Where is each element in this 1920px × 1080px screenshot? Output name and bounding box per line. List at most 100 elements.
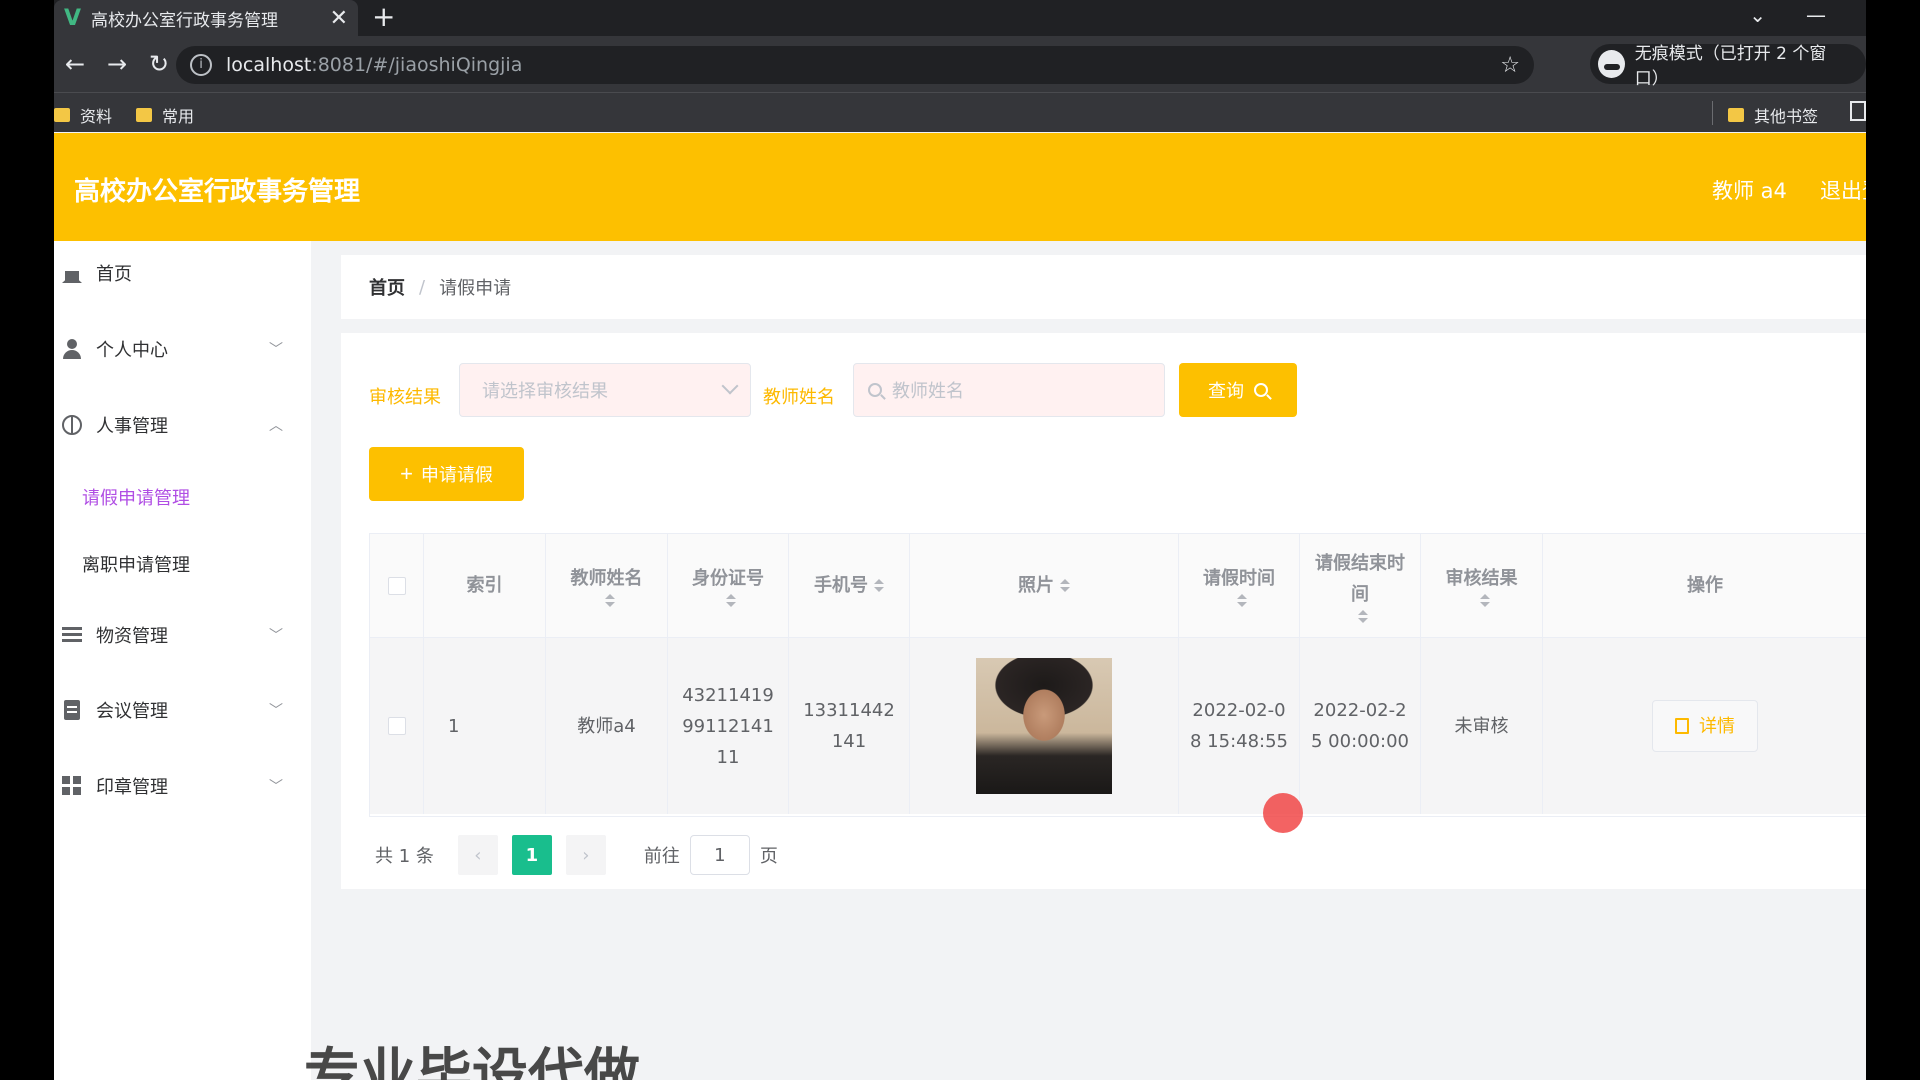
star-icon[interactable]: ☆ [1500,53,1520,78]
detail-button-label: 详情 [1699,715,1735,737]
teacher-name-input[interactable]: 教师姓名 [853,363,1165,417]
user-icon [62,339,82,359]
status-filter-label: 审核结果 [369,387,441,408]
prev-page-button[interactable]: ‹ [457,835,498,875]
content-panel: 审核结果 请选择审核结果 教师姓名 教师姓名 查询 + 申请请假 索引 教师姓名… [341,333,1866,889]
sort-icon[interactable] [1237,594,1247,608]
header-phone[interactable]: 手机号 [789,534,910,637]
sidebar-item-seals[interactable]: 印章管理 ﹀ [54,766,311,806]
header-label: 请假时间 [1203,568,1275,589]
incognito-label: 无痕模式（已打开 2 个窗口） [1634,44,1827,89]
header-label: 手机号 [814,575,868,596]
home-icon [62,263,82,283]
header-leave-time[interactable]: 请假时间 [1179,534,1300,637]
row-select [370,638,424,814]
detail-button[interactable]: 详情 [1652,700,1758,752]
sidebar-item-personal-center[interactable]: 个人中心 ﹀ [54,329,311,369]
reading-list-icon[interactable] [1850,101,1866,121]
pagination: 共 1 条 ‹ 1 › 前往 1 页 [369,835,778,875]
leave-table: 索引 教师姓名 身份证号 手机号 照片 请假时间 请假结束时间 审核结果 操作 … [369,533,1866,817]
logout-link[interactable]: 退出登录 [1820,175,1866,205]
cell-index: 1 [424,638,546,814]
header-label: 请假结束时间 [1315,552,1405,605]
row-checkbox[interactable] [387,717,406,735]
next-page-button[interactable]: › [565,835,606,875]
cell-status: 未审核 [1421,638,1543,814]
sidebar-item-home[interactable]: 首页 [54,253,311,293]
chevron-up-icon: ︿ [269,418,283,434]
breadcrumb-current: 请假申请 [439,278,512,299]
header-status[interactable]: 审核结果 [1421,534,1543,637]
close-icon[interactable]: ✕ [330,6,348,31]
current-user: 教师 a4 [1712,179,1787,203]
other-bookmarks[interactable]: 其他书签 [1728,103,1818,127]
app: 高校办公室行政事务管理 教师 a4 退出登录 首页 个人中心 ﹀ 人事管理 ︿ … [54,133,1866,1080]
goto-page-input[interactable]: 1 [689,835,750,875]
mouse-cursor-highlight [1263,793,1303,833]
sidebar-item-label: 个人中心 [96,340,168,361]
sidebar-item-label: 首页 [96,264,132,285]
back-arrow-icon[interactable]: ← [54,50,96,78]
sort-icon[interactable] [604,594,615,608]
apply-leave-label: 申请请假 [420,465,493,485]
incognito-indicator[interactable]: 无痕模式（已打开 2 个窗口） [1590,44,1866,89]
url-host: localhost [226,54,312,76]
header-name[interactable]: 教师姓名 [546,534,668,637]
chevron-down-icon[interactable]: ⌄ [1749,0,1766,36]
bookmarks-divider [1712,101,1713,125]
bookmark-folder[interactable]: 常用 [136,103,194,127]
sidebar-item-label: 人事管理 [96,416,168,437]
forward-arrow-icon[interactable]: → [96,50,138,78]
header-id-card[interactable]: 身份证号 [668,534,789,637]
sidebar-item-materials[interactable]: 物资管理 ﹀ [54,615,311,655]
header-index: 索引 [424,534,546,637]
vue-logo-icon: V [64,5,82,31]
bookmark-folder[interactable]: 资料 [54,103,112,127]
header-end-time[interactable]: 请假结束时间 [1300,534,1421,637]
browser-tab[interactable]: V 高校办公室行政事务管理 ✕ [54,0,358,36]
query-button[interactable]: 查询 [1179,363,1297,417]
sidebar-item-label: 会议管理 [96,701,168,722]
name-filter-label: 教师姓名 [763,387,835,408]
sidebar-item-label: 物资管理 [96,626,168,647]
status-select[interactable]: 请选择审核结果 [459,363,751,417]
sort-icon[interactable] [1060,578,1070,593]
sidebar-subitem-resign[interactable]: 离职申请管理 [82,551,190,577]
select-all-checkbox[interactable] [387,576,406,595]
header-label: 审核结果 [1445,568,1518,589]
sidebar-item-meetings[interactable]: 会议管理 ﹀ [54,690,311,730]
teacher-name-placeholder: 教师姓名 [892,381,964,402]
table-row: 1 教师a4 432114199911214111 13311442141 20… [370,638,1866,814]
cell-end-time: 2022-02-25 00:00:00 [1300,638,1421,814]
sidebar-subitem-leave[interactable]: 请假申请管理 [82,484,190,510]
header-label: 照片 [1018,575,1054,596]
chevron-down-icon: ﹀ [269,779,283,795]
address-bar[interactable]: i localhost :8081/#/jiaoshiQingjia ☆ [176,46,1534,84]
browser-window: V 高校办公室行政事务管理 ✕ + ⌄ — ← → ↻ i localhost … [54,0,1866,1080]
page-number-button[interactable]: 1 [511,835,552,875]
cell-name: 教师a4 [546,638,668,814]
pagination-total: 共 1 条 [375,846,434,867]
app-title: 高校办公室行政事务管理 [74,177,361,207]
header-select-all [370,534,424,637]
sort-icon[interactable] [874,578,884,593]
minimize-icon[interactable]: — [1806,0,1826,36]
chevron-down-icon: ﹀ [269,628,283,644]
sort-icon[interactable] [1358,609,1368,624]
new-tab-button[interactable]: + [372,0,395,36]
clipboard-icon [64,700,80,720]
breadcrumb-home[interactable]: 首页 [369,274,405,300]
cell-actions: 详情 [1543,638,1866,814]
info-icon[interactable]: i [190,54,212,76]
list-icon [62,625,82,645]
folder-icon [136,108,152,122]
apply-leave-button[interactable]: + 申请请假 [369,447,524,501]
sort-icon[interactable] [726,594,736,608]
breadcrumb-separator: / [419,276,426,298]
cell-leave-time: 2022-02-08 15:48:55 [1179,638,1300,814]
header-photo[interactable]: 照片 [910,534,1179,637]
folder-icon [1728,108,1744,122]
sort-icon[interactable] [1479,594,1490,608]
reload-icon[interactable]: ↻ [138,50,180,78]
sidebar-item-hr[interactable]: 人事管理 ︿ [54,405,311,445]
